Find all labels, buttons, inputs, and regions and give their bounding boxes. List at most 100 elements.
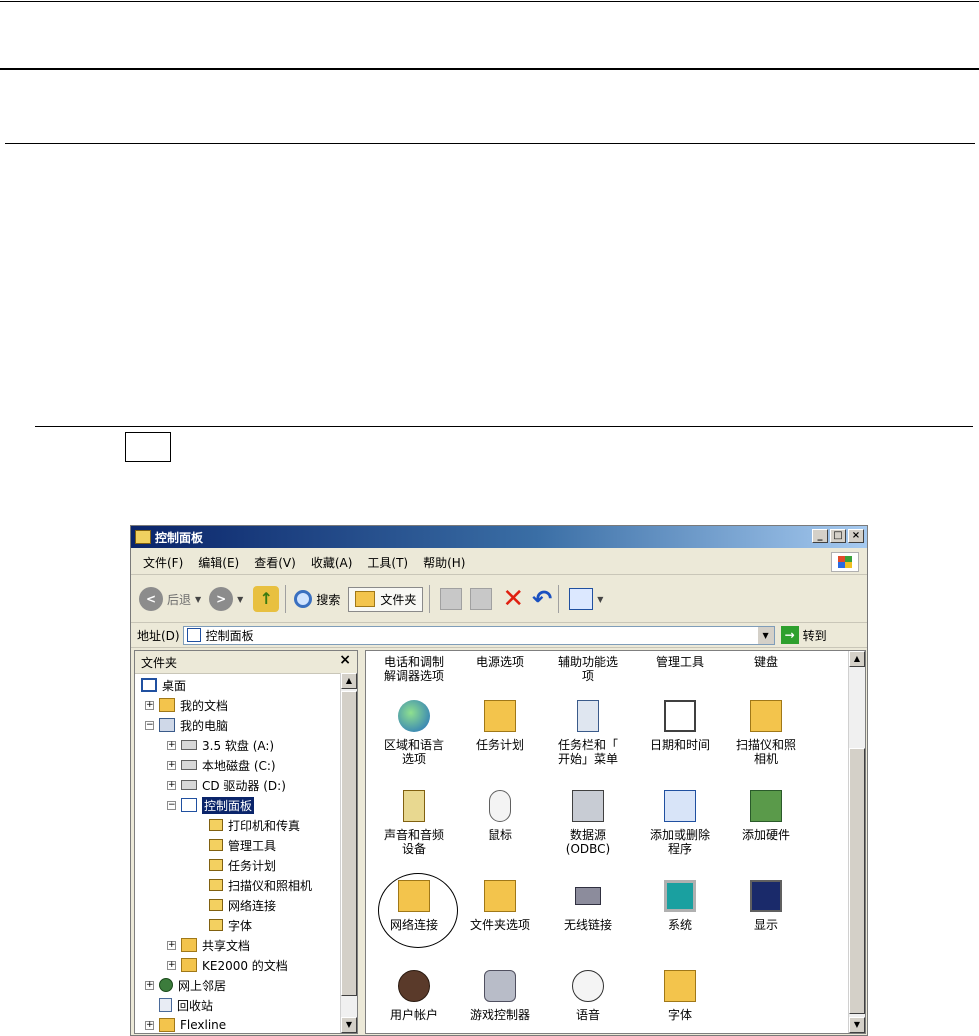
scrollbar-thumb[interactable] <box>849 748 865 1014</box>
views-dropdown-icon[interactable]: ▼ <box>597 595 603 604</box>
expand-icon[interactable]: + <box>145 1020 154 1030</box>
item-label: 无线链接 <box>563 918 612 932</box>
undo-icon[interactable]: ↶ <box>532 587 552 611</box>
tree-item[interactable]: + 我的文档 <box>145 695 228 715</box>
expand-icon[interactable]: + <box>167 940 176 950</box>
tree-item[interactable]: 回收站 <box>159 995 213 1015</box>
minimize-button[interactable]: _ <box>812 529 828 543</box>
scroll-down-icon[interactable]: ▼ <box>341 1017 357 1033</box>
tree-item[interactable]: 任务计划 <box>209 855 276 875</box>
forward-dropdown-icon[interactable]: ▼ <box>237 595 243 604</box>
menu-view[interactable]: 查看(V) <box>254 554 296 571</box>
tree-item-label: 任务计划 <box>228 858 277 873</box>
collapse-icon[interactable]: − <box>145 720 154 730</box>
tree-item[interactable]: + 本地磁盘 (C:) <box>167 755 276 775</box>
item-label: 电话和调制 解调器选项 <box>383 655 444 683</box>
cp-item-data-sources[interactable]: 数据源 (ODBC) <box>544 787 632 856</box>
folders-pane-close-button[interactable]: × <box>339 652 351 668</box>
cp-item-user-accounts[interactable]: 用户帐户 <box>370 967 458 1022</box>
tree-item-label: KE2000 的文档 <box>202 958 288 973</box>
tree-item[interactable]: − 我的电脑 <box>145 715 228 735</box>
tree-item[interactable]: + 3.5 软盘 (A:) <box>167 735 274 755</box>
tree-item[interactable]: + CD 驱动器 (D:) <box>167 775 286 795</box>
add-remove-programs-icon <box>664 790 696 822</box>
views-icon[interactable] <box>569 588 594 610</box>
scheduled-tasks-icon <box>209 859 223 871</box>
menu-help[interactable]: 帮助(H) <box>423 554 465 571</box>
menu-file[interactable]: 文件(F) <box>143 554 183 571</box>
expand-icon[interactable]: + <box>167 760 176 770</box>
cp-item-system[interactable]: 系统 <box>636 877 724 932</box>
tree-item-label: 本地磁盘 (C:) <box>202 758 276 773</box>
folders-pane-header: 文件夹 × <box>135 651 357 674</box>
cp-item-add-hardware[interactable]: 添加硬件 <box>722 787 810 842</box>
collapse-icon[interactable]: − <box>167 800 176 810</box>
cp-item-game-controllers[interactable]: 游戏控制器 <box>456 967 544 1022</box>
menu-favorites[interactable]: 收藏(A) <box>311 554 353 571</box>
tree-item[interactable]: + KE2000 的文档 <box>167 955 288 975</box>
tree-item[interactable]: + Flexline <box>145 1015 227 1033</box>
expand-icon[interactable]: + <box>167 780 176 790</box>
close-button[interactable]: × <box>848 529 864 543</box>
expand-icon[interactable]: + <box>145 700 154 710</box>
tree-item[interactable]: + 网上邻居 <box>145 975 226 995</box>
delete-icon[interactable]: ✕ <box>502 586 524 612</box>
cp-item-sounds-audio[interactable]: 声音和音频 设备 <box>370 787 458 856</box>
expand-icon[interactable]: + <box>167 740 176 750</box>
item-label: 显示 <box>753 918 778 932</box>
content-scrollbar[interactable]: ▲ ▼ <box>848 651 865 1033</box>
forward-button[interactable]: > <box>209 587 234 611</box>
cp-item-wireless-link[interactable]: 无线链接 <box>544 877 632 932</box>
tree-item[interactable]: + 共享文档 <box>167 935 250 955</box>
cp-item-power-options[interactable]: 电源选项 <box>456 655 544 669</box>
scroll-up-icon[interactable]: ▲ <box>849 651 865 667</box>
tree-item[interactable]: 桌面 <box>141 675 186 695</box>
cp-item-keyboard[interactable]: 键盘 <box>722 655 810 669</box>
tree-item-selected[interactable]: − 控制面板 <box>167 795 255 815</box>
go-button[interactable]: → 转到 <box>780 626 827 644</box>
address-bar: 地址(D) 控制面板 ▼ → 转到 <box>131 623 867 648</box>
folders-button[interactable]: 文件夹 <box>348 586 424 612</box>
copy-to-icon[interactable] <box>470 588 493 610</box>
cp-item-date-time[interactable]: 日期和时间 <box>636 697 724 752</box>
back-button[interactable]: < <box>139 587 163 611</box>
cp-item-phone-modem[interactable]: 电话和调制 解调器选项 <box>370 655 458 683</box>
up-folder-button[interactable]: ↑ <box>253 586 280 612</box>
address-label: 地址(D) <box>137 628 180 643</box>
menu-tools[interactable]: 工具(T) <box>367 554 408 571</box>
cp-item-taskbar-start[interactable]: 任务栏和「 开始」菜单 <box>544 697 632 766</box>
tree-item[interactable]: 扫描仪和照相机 <box>209 875 312 895</box>
cp-item-admin-tools[interactable]: 管理工具 <box>636 655 724 669</box>
folders-scrollbar[interactable]: ▲ ▼ <box>340 673 357 1033</box>
cp-item-folder-options[interactable]: 文件夹选项 <box>456 877 544 932</box>
scrollbar-thumb[interactable] <box>341 691 357 996</box>
cp-item-scheduled-tasks[interactable]: 任务计划 <box>456 697 544 752</box>
cp-item-add-remove-programs[interactable]: 添加或删除 程序 <box>636 787 724 856</box>
cp-item-speech[interactable]: 语音 <box>544 967 632 1022</box>
expand-icon[interactable]: + <box>145 980 154 990</box>
cp-item-scanners-cameras[interactable]: 扫描仪和照 相机 <box>722 697 810 766</box>
cp-item-display[interactable]: 显示 <box>722 877 810 932</box>
address-input[interactable]: 控制面板 ▼ <box>182 625 775 645</box>
network-places-icon <box>159 978 173 992</box>
cp-item-regional-language[interactable]: 区域和语言 选项 <box>370 697 458 766</box>
scroll-up-icon[interactable]: ▲ <box>341 673 357 689</box>
search-button[interactable]: 搜索 <box>294 590 340 608</box>
cp-item-mouse[interactable]: 鼠标 <box>456 787 544 842</box>
scroll-down-icon[interactable]: ▼ <box>849 1017 865 1033</box>
menu-edit[interactable]: 编辑(E) <box>198 554 239 571</box>
user-accounts-icon <box>398 970 430 1002</box>
cp-item-fonts[interactable]: 字体 <box>636 967 724 1022</box>
expand-icon[interactable]: + <box>167 960 176 970</box>
back-dropdown-icon[interactable]: ▼ <box>195 595 201 604</box>
tree-item[interactable]: 网络连接 <box>209 895 276 915</box>
move-to-icon[interactable] <box>440 588 463 610</box>
maximize-button[interactable]: □ <box>830 529 846 543</box>
tree-item[interactable]: 字体 <box>209 915 252 935</box>
tree-item-label: Flexline <box>180 1018 227 1032</box>
tree-item[interactable]: 打印机和传真 <box>209 815 300 835</box>
cp-item-accessibility[interactable]: 辅助功能选 项 <box>544 655 632 683</box>
tree-item[interactable]: 管理工具 <box>209 835 276 855</box>
address-dropdown-icon[interactable]: ▼ <box>756 626 774 644</box>
cd-drive-icon <box>181 780 197 790</box>
